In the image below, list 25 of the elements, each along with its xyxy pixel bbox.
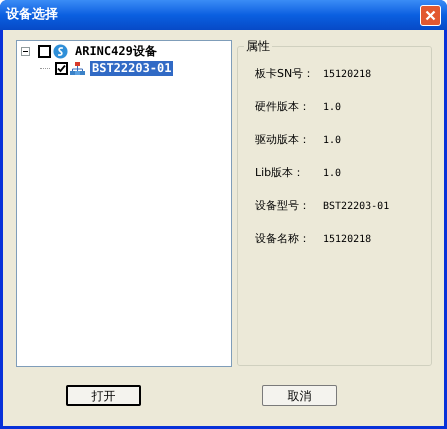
checkbox[interactable] (38, 45, 51, 58)
property-value: 1.0 (323, 100, 342, 114)
window-title: 设备选择 (6, 6, 58, 24)
property-label: 驱动版本： (255, 132, 311, 148)
property-value: BST22203-01 (323, 200, 390, 214)
property-value: 1.0 (323, 134, 342, 148)
close-icon (425, 10, 436, 20)
dialog-button[interactable]: 取消 (262, 385, 337, 406)
property-label: 设备型号： (255, 198, 311, 214)
tree-item[interactable]: BST22203-01 (90, 61, 174, 76)
dialog-button[interactable]: 打开 (66, 385, 141, 406)
property-label: 硬件版本： (255, 98, 311, 115)
property-label: Lib版本： (255, 164, 306, 181)
property-value: 1.0 (323, 166, 342, 180)
close-button[interactable] (420, 4, 441, 26)
expander-icon[interactable] (21, 47, 30, 56)
property-label: 板卡SN号： (255, 66, 316, 82)
property-value: 15120218 (323, 232, 372, 246)
checkbox[interactable] (55, 62, 68, 75)
tree-item[interactable]: ARINC429设备 (73, 44, 159, 59)
group-legend: 属性 (244, 38, 272, 54)
property-label: 设备名称： (255, 230, 311, 247)
network-icon (70, 62, 85, 76)
swirl-logo-icon (53, 44, 68, 59)
property-value: 15120218 (323, 68, 372, 82)
